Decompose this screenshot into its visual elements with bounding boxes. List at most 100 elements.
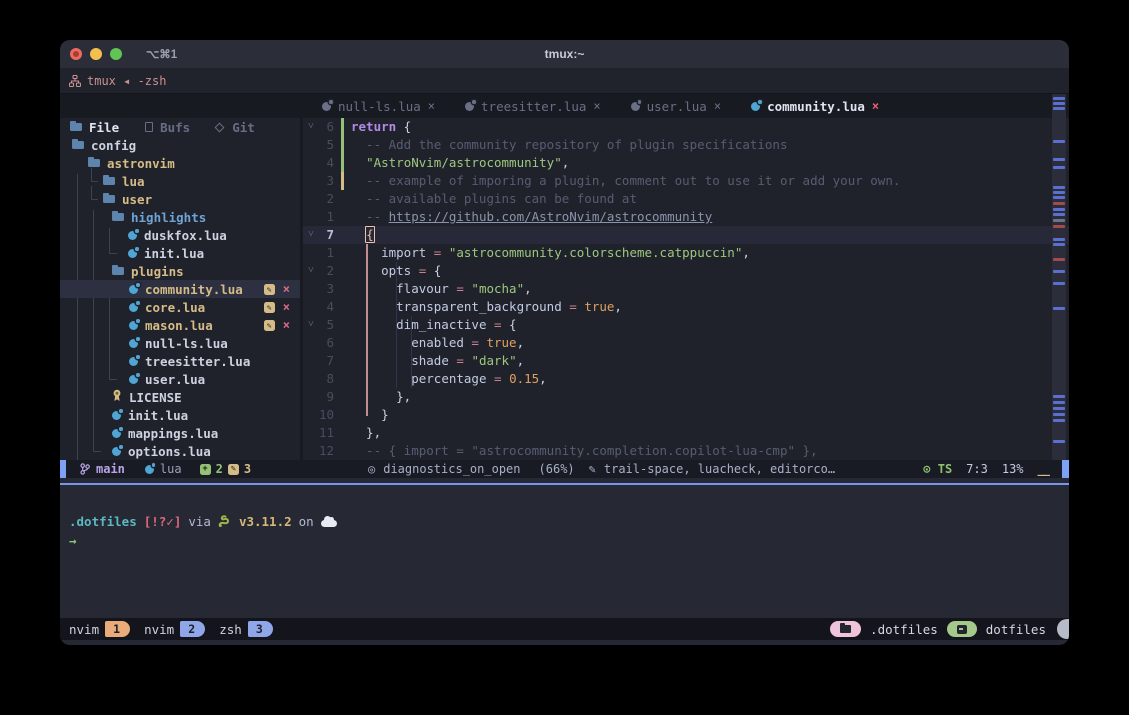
code-text: -- https://github.com/AstroNvim/astrocom… — [344, 208, 712, 226]
prompt-char: → — [69, 533, 77, 548]
terminal-tab-title[interactable]: tmux ◂ -zsh — [87, 74, 166, 88]
tree-item-null-ls.lua[interactable]: null-ls.lua — [60, 334, 300, 352]
tree-item-plugins[interactable]: plugins — [60, 262, 300, 280]
tree-item-community.lua[interactable]: community.lua✎× — [60, 280, 300, 298]
tmux-window-nvim-2[interactable]: nvim2 — [144, 621, 205, 637]
tree-item-user[interactable]: user — [60, 190, 300, 208]
unsaved-close-icon[interactable]: × — [283, 282, 290, 296]
minimap-mark — [1053, 407, 1065, 410]
token: { — [434, 263, 442, 278]
token: -- example of imporing a plugin, comment… — [351, 173, 900, 188]
minimap-mark — [1053, 413, 1065, 416]
line-number: 6 — [319, 334, 341, 352]
fold-marker-icon[interactable]: ˅ — [303, 316, 319, 334]
tmux-window-index: 3 — [248, 621, 273, 637]
tree-item-config[interactable]: config — [60, 136, 300, 154]
lua-file-icon — [322, 102, 331, 111]
minimap-mark — [1053, 219, 1065, 222]
tree-item-options.lua[interactable]: options.lua — [60, 442, 300, 460]
minimap-mark — [1053, 166, 1065, 169]
fold-marker-icon — [303, 244, 319, 262]
tree-item-core.lua[interactable]: core.lua✎× — [60, 298, 300, 316]
tree-item-LICENSE[interactable]: LICENSE — [60, 388, 300, 406]
code-line: ˅2 opts = { — [303, 262, 1069, 280]
buffer-tab-user.lua[interactable]: user.lua× — [616, 94, 736, 118]
code-text: -- example of imporing a plugin, comment… — [344, 172, 900, 190]
git-branch-segment[interactable]: main — [80, 462, 125, 476]
unsaved-close-icon[interactable]: × — [283, 300, 290, 314]
code-text: -- available plugins can be found at — [344, 190, 637, 208]
zoom-window-icon[interactable] — [110, 48, 122, 60]
tree-item-highlights[interactable]: highlights — [60, 208, 300, 226]
close-window-icon[interactable] — [70, 48, 82, 60]
folder-icon-pill — [830, 621, 861, 637]
close-buffer-icon[interactable]: × — [872, 99, 879, 113]
neotree-tab-git[interactable]: Git — [216, 120, 255, 135]
fold-marker-icon[interactable]: ˅ — [303, 262, 319, 280]
buffer-tab-treesitter.lua[interactable]: treesitter.lua× — [450, 94, 616, 118]
close-buffer-icon[interactable]: × — [428, 99, 435, 113]
minimap-mark — [1053, 307, 1065, 310]
minimap-mark — [1053, 140, 1065, 143]
fold-marker-icon — [303, 208, 319, 226]
fold-marker-icon[interactable]: ˅ — [303, 226, 319, 244]
shell-pane[interactable]: .dotfiles [!?✓] via v3.11.2 on → — [60, 485, 1069, 549]
close-buffer-icon[interactable]: × — [714, 99, 721, 113]
code-text: "AstroNvim/astrocommunity", — [344, 154, 569, 172]
tree-item-mason.lua[interactable]: mason.lua✎× — [60, 316, 300, 334]
tmux-window-zsh-3[interactable]: zsh3 — [219, 621, 273, 637]
tree-item-treesitter.lua[interactable]: treesitter.lua — [60, 352, 300, 370]
tree-item-label: init.lua — [144, 246, 204, 261]
tree-item-duskfox.lua[interactable]: duskfox.lua — [60, 226, 300, 244]
tree-item-label: mason.lua — [145, 318, 213, 333]
token: = — [426, 245, 449, 260]
minimize-window-icon[interactable] — [90, 48, 102, 60]
tree-item-lua[interactable]: lua — [60, 172, 300, 190]
python-snake-icon — [218, 515, 232, 528]
code-line: 12 -- { import = "astrocommunity.complet… — [303, 442, 1069, 460]
buffer-tab-community.lua[interactable]: community.lua× — [736, 94, 894, 118]
unsaved-close-icon[interactable]: × — [283, 318, 290, 332]
buffer-tab-null-ls.lua[interactable]: null-ls.lua × — [307, 94, 450, 118]
tree-item-init.lua[interactable]: init.lua — [60, 244, 300, 262]
tree-item-astronvim[interactable]: astronvim — [60, 154, 300, 172]
fold-marker-icon — [303, 172, 319, 190]
neotree-tab-bufs[interactable]: Bufs — [145, 120, 190, 135]
tree-item-init.lua[interactable]: init.lua — [60, 406, 300, 424]
token: 0.15 — [509, 371, 539, 386]
git-branch-name: main — [96, 462, 125, 476]
tree-item-user.lua[interactable]: user.lua — [60, 370, 300, 388]
minimap-mark — [1053, 158, 1065, 161]
lua-file-icon — [128, 249, 137, 258]
tree-item-mappings.lua[interactable]: mappings.lua — [60, 424, 300, 442]
terminal-content: null-ls.lua×treesitter.lua×user.lua×comm… — [60, 94, 1069, 644]
tmux-window-nvim-1[interactable]: nvim1 — [69, 621, 130, 637]
fold-marker-icon[interactable]: ˅ — [303, 118, 319, 136]
prompt-on: on — [299, 514, 314, 529]
tmux-status-bar: nvim1nvim2zsh3 .dotfilesdotfiles — [60, 618, 1069, 640]
token: import — [381, 245, 426, 260]
token: true — [584, 299, 614, 314]
lua-file-icon — [112, 411, 121, 420]
minimap-mark — [1053, 419, 1065, 422]
buffer-tab-label: null-ls.lua — [338, 99, 421, 114]
prompt-via: via — [188, 514, 211, 529]
terminal-icon-pill — [947, 621, 977, 637]
cloud-icon — [321, 520, 337, 527]
neotree-tab-file[interactable]: File — [70, 120, 119, 135]
close-buffer-icon[interactable]: × — [593, 99, 600, 113]
token: , — [517, 335, 525, 350]
filetype-segment: lua — [145, 462, 182, 476]
code-line: 4 transparent_background = true, — [303, 298, 1069, 316]
folder-icon — [70, 123, 82, 131]
token: = — [411, 263, 434, 278]
scrollbar-minimap[interactable] — [1052, 94, 1066, 460]
scroll-percent: 13% — [1002, 462, 1024, 476]
token: enabled — [411, 335, 464, 350]
token: "mocha" — [471, 281, 524, 296]
code-editor[interactable]: ˅6return {5 -- Add the community reposit… — [303, 118, 1069, 460]
line-number: 12 — [319, 442, 341, 460]
tree-item-label: duskfox.lua — [144, 228, 227, 243]
line-number: 2 — [319, 190, 341, 208]
code-text: enabled = true, — [344, 334, 524, 352]
